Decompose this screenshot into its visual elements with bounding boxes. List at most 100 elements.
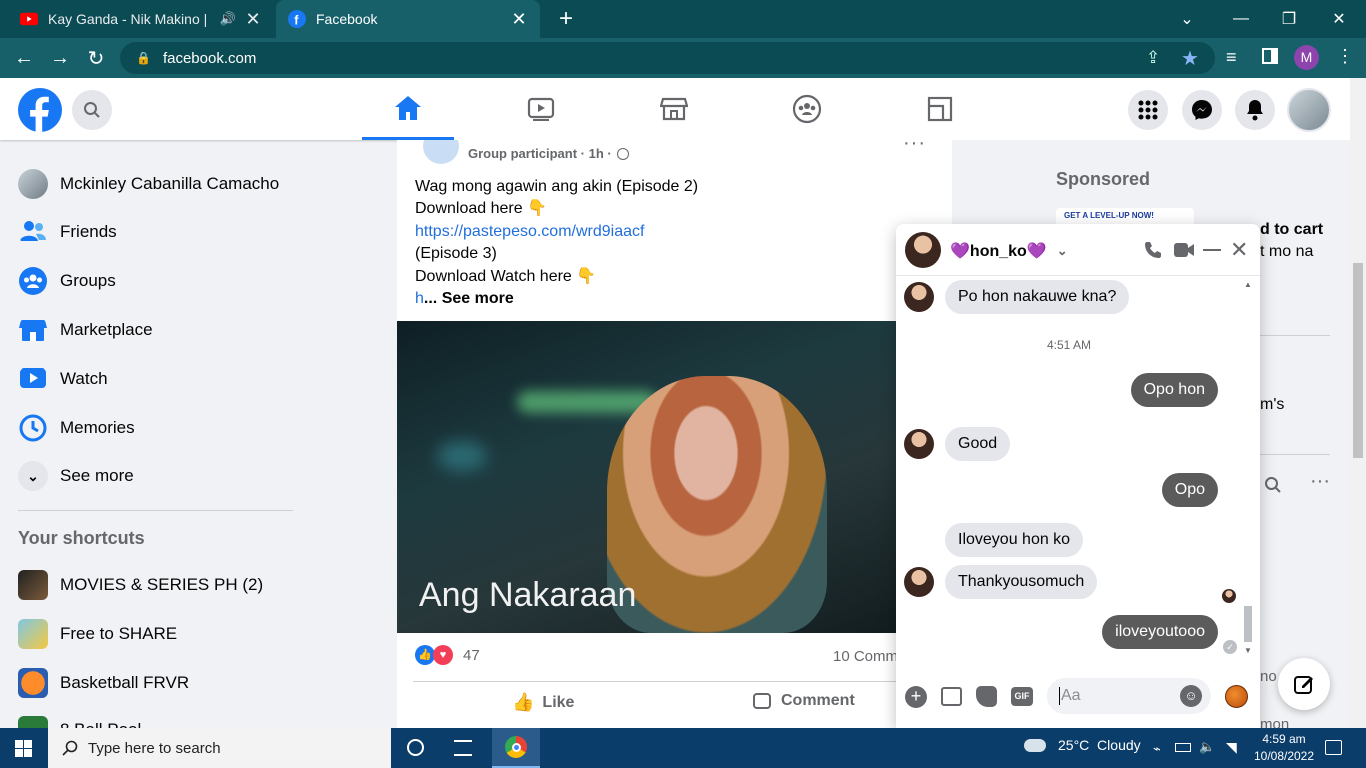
minimize-chat-icon[interactable] <box>1203 249 1221 251</box>
close-chat-icon[interactable]: ✕ <box>1230 237 1248 263</box>
windows-start-icon[interactable] <box>15 740 32 757</box>
browser-tab-youtube[interactable]: Kay Ganda - Nik Makino | Lyr 🔊 ✕ <box>8 0 274 38</box>
chat-contact-avatar[interactable] <box>905 232 941 268</box>
phone-call-icon[interactable] <box>1144 241 1162 259</box>
shortcut-8-ball-pool[interactable]: 8 Ball Pool <box>18 716 298 728</box>
ad-text[interactable]: t mo na <box>1260 243 1313 261</box>
messenger-button[interactable] <box>1182 90 1222 130</box>
see-more-link[interactable]: ... See more <box>424 290 514 307</box>
post-video-thumbnail[interactable]: Ang Nakaraan <box>397 321 952 633</box>
chrome-taskbar-button[interactable] <box>492 728 540 768</box>
minimize-icon[interactable]: — <box>1218 0 1264 38</box>
tab-gaming[interactable] <box>894 78 986 140</box>
scroll-up-arrow[interactable]: ▲ <box>1242 280 1254 289</box>
sticker-icon[interactable] <box>976 686 997 707</box>
more-actions-icon[interactable]: + <box>905 686 927 708</box>
comment-button[interactable]: Comment <box>753 692 855 710</box>
post-options-icon[interactable]: ··· <box>903 132 926 155</box>
emoji-icon[interactable]: ☺ <box>1180 685 1202 707</box>
sidebar-item-watch[interactable]: Watch <box>18 356 108 402</box>
reload-icon[interactable]: ↻ <box>82 38 110 78</box>
sidebar-item-profile[interactable]: Mckinley Cabanilla Camacho <box>18 161 279 207</box>
url-text: facebook.com <box>162 49 257 67</box>
volume-icon[interactable]: 🔈 <box>1199 739 1215 755</box>
message-bubble-out[interactable]: Opo <box>1161 473 1218 507</box>
share-icon[interactable]: ⇪ <box>1146 48 1160 68</box>
message-bubble-out[interactable]: Opo hon <box>1130 373 1218 407</box>
sidebar-item-groups[interactable]: Groups <box>18 258 116 304</box>
shortcut-basketball-frvr[interactable]: Basketball FRVR <box>18 660 189 706</box>
message-input[interactable]: Aa ☺ <box>1047 678 1211 714</box>
message-bubble-in[interactable]: Good <box>945 427 1011 461</box>
contact-avatar <box>904 282 934 312</box>
video-call-icon[interactable] <box>1173 241 1195 259</box>
restore-icon[interactable]: ❐ <box>1266 0 1312 38</box>
tab-watch[interactable] <box>495 78 587 140</box>
browser-tab-facebook[interactable]: f Facebook ✕ <box>276 0 540 38</box>
menu-button[interactable] <box>1128 90 1168 130</box>
wifi-icon[interactable]: ◥ <box>1226 739 1237 756</box>
taskbar-search[interactable]: Type here to search <box>48 728 391 768</box>
post-link[interactable]: https://pastepeso.com/wrd9iaacf <box>415 221 915 243</box>
bookmark-star-icon[interactable]: ★ <box>1181 46 1199 71</box>
close-tab-icon[interactable]: ✕ <box>510 9 528 30</box>
group-avatar[interactable] <box>415 140 459 164</box>
close-tab-icon[interactable]: ✕ <box>244 9 262 30</box>
sidebar-item-memories[interactable]: Memories <box>18 405 135 451</box>
page-scrollbar[interactable] <box>1350 78 1366 728</box>
sidebar-item-friends[interactable]: Friends <box>18 209 117 255</box>
like-button[interactable]: 👍 Like <box>512 692 574 713</box>
basketball-reaction-icon[interactable] <box>1225 685 1248 708</box>
notification-center-icon[interactable] <box>1325 740 1342 755</box>
scroll-down-arrow[interactable]: ▼ <box>1242 646 1254 655</box>
contacts-options-icon[interactable]: ··· <box>1310 470 1330 493</box>
media-control-icon[interactable]: ≡ <box>1226 47 1237 68</box>
new-message-button[interactable] <box>1278 658 1330 710</box>
gif-icon[interactable]: GIF <box>1011 687 1033 706</box>
scrollbar-thumb[interactable] <box>1244 606 1252 642</box>
tab-groups[interactable] <box>761 78 853 140</box>
lock-icon[interactable]: 🔒 <box>136 51 151 65</box>
address-bar[interactable]: 🔒 facebook.com <box>120 42 1215 74</box>
photo-icon[interactable] <box>941 687 962 706</box>
close-window-icon[interactable]: ✕ <box>1316 0 1362 38</box>
message-bubble-in[interactable]: Iloveyou hon ko <box>945 523 1084 557</box>
chat-contact-name[interactable]: 💜hon_ko💜 ⌄ <box>950 241 1068 261</box>
contacts-search-icon[interactable] <box>1264 476 1282 494</box>
sidebar-item-marketplace[interactable]: Marketplace <box>18 307 153 353</box>
network-icon[interactable]: ⌁ <box>1153 741 1161 757</box>
weather-widget[interactable]: 25°C Cloudy <box>1024 737 1141 753</box>
cortana-icon[interactable] <box>407 739 424 756</box>
chrome-menu-icon[interactable]: ⋮ <box>1336 46 1354 67</box>
message-bubble-out[interactable]: iloveyoutooo <box>1102 615 1218 649</box>
ad-text[interactable]: d to cart <box>1260 221 1323 239</box>
back-icon[interactable]: ← <box>10 38 38 78</box>
sidebar-item-see-more[interactable]: ⌄ See more <box>18 453 134 499</box>
speaker-icon[interactable]: 🔊 <box>220 11 236 27</box>
chat-scrollbar[interactable]: ▲ ▼ <box>1242 280 1254 660</box>
battery-icon[interactable] <box>1175 743 1191 752</box>
facebook-logo-icon[interactable] <box>18 88 62 132</box>
notifications-button[interactable] <box>1235 90 1275 130</box>
new-tab-icon[interactable]: + <box>552 5 580 33</box>
message-bubble-in[interactable]: Thankyousomuch <box>945 565 1098 599</box>
message-bubble-in[interactable]: Po hon nakauwe kna? <box>945 280 1130 314</box>
task-view-icon[interactable] <box>454 740 472 756</box>
comment-count[interactable]: 10 Comm <box>833 648 898 665</box>
forward-icon[interactable]: → <box>46 38 74 78</box>
tab-marketplace[interactable] <box>628 78 720 140</box>
side-panel-icon[interactable] <box>1262 48 1278 64</box>
truncated-link[interactable]: h <box>415 290 424 307</box>
account-avatar[interactable] <box>1287 88 1331 132</box>
profile-avatar[interactable]: M <box>1294 45 1319 70</box>
tab-title: Kay Ganda - Nik Makino | Lyr <box>48 11 212 27</box>
taskbar-time[interactable]: 4:59 am <box>1257 732 1311 746</box>
shortcut-free-to-share[interactable]: Free to SHARE <box>18 611 177 657</box>
search-button[interactable] <box>72 90 112 130</box>
tab-search-icon[interactable]: ⌄ <box>1164 0 1210 38</box>
reactions-summary[interactable]: 👍 ♥ 47 <box>415 645 480 665</box>
tab-home[interactable] <box>362 78 454 140</box>
taskbar-date[interactable]: 10/08/2022 <box>1250 749 1318 763</box>
scrollbar-thumb[interactable] <box>1353 263 1363 458</box>
shortcut-movies-series[interactable]: MOVIES & SERIES PH (2) <box>18 562 263 608</box>
